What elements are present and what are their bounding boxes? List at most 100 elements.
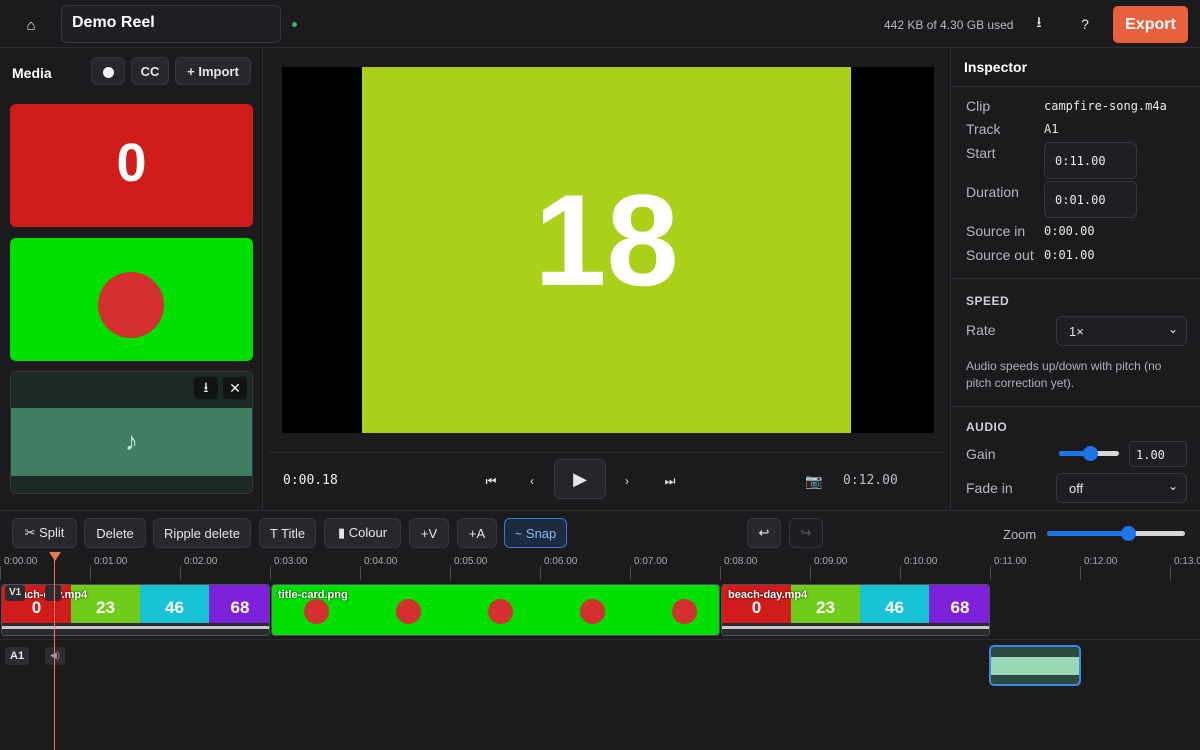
ruler-label: 0:02.00 xyxy=(184,556,218,567)
divider xyxy=(951,86,1200,87)
timeline-ruler[interactable]: 0:00.00 0:01.00 0:02.00 0:03.00 0:04.00 … xyxy=(0,552,1200,582)
clip-frame: 46 xyxy=(860,585,929,625)
captions-button[interactable]: CC xyxy=(131,57,169,85)
fade-in-select[interactable]: off ⌄ xyxy=(1056,473,1187,503)
download-icon[interactable]: ⭳ xyxy=(194,377,218,399)
source-out-label: Source out xyxy=(966,247,1034,263)
gain-slider[interactable] xyxy=(1059,446,1119,461)
import-button[interactable]: + Import xyxy=(175,57,251,85)
record-button[interactable] xyxy=(91,57,125,85)
red-circle-thumbnail xyxy=(304,599,329,624)
home-button[interactable]: ⌂ xyxy=(16,12,46,38)
duration-input[interactable]: 0:01.00 xyxy=(1044,181,1137,218)
inspector-panel: Inspector Clip campfire-song.m4a Track A… xyxy=(950,48,1200,510)
ruler-label: 0:09.00 xyxy=(814,556,848,567)
clip-audio-bar xyxy=(2,623,269,635)
zoom-label: Zoom xyxy=(1003,527,1037,542)
ruler-label: 0:06.00 xyxy=(544,556,578,567)
preview-viewer[interactable]: 18 xyxy=(282,67,934,433)
ruler-label: 0:05.00 xyxy=(454,556,488,567)
start-input[interactable]: 0:11.00 xyxy=(1044,142,1137,179)
timeline-clip[interactable]: 0 23 46 68 beach-day.mp4 xyxy=(1,584,270,636)
previous-frame-icon[interactable]: ‹ xyxy=(519,468,545,494)
fade-in-value: off xyxy=(1069,481,1084,496)
total-duration: 0:12.00 xyxy=(843,473,898,488)
clip-name: title-card.png xyxy=(278,589,348,601)
add-colour-button[interactable]: ▮ Colour xyxy=(324,518,401,548)
chevron-down-icon: ⌄ xyxy=(1167,479,1178,493)
undo-icon[interactable]: ↩ xyxy=(747,518,781,548)
skip-to-end-icon[interactable]: ⏭ xyxy=(657,468,683,494)
gain-label: Gain xyxy=(966,446,996,462)
gain-input[interactable]: 1.00 xyxy=(1129,441,1187,467)
download-icon[interactable]: ⭳ xyxy=(1028,12,1050,36)
speed-note: Audio speeds up/down with pitch (no pitc… xyxy=(966,359,1162,390)
next-frame-icon[interactable]: › xyxy=(614,468,640,494)
fade-in-label: Fade in xyxy=(966,480,1013,496)
ripple-delete-button[interactable]: Ripple delete xyxy=(153,518,251,548)
clip-name: beach-day.mp4 xyxy=(728,589,808,601)
source-in-label: Source in xyxy=(966,223,1026,239)
ruler-label: 0:11.00 xyxy=(994,556,1027,567)
media-item-audio[interactable]: ♪ ⭳ ✕ xyxy=(10,371,253,494)
audio-clip-selected[interactable] xyxy=(989,645,1081,686)
help-button[interactable]: ? xyxy=(1074,12,1096,36)
track-label-a1: A1 xyxy=(5,647,30,665)
add-audio-track-button[interactable]: +A xyxy=(457,518,497,548)
save-status-dot xyxy=(292,22,297,27)
skip-to-start-icon[interactable]: ⏮ xyxy=(478,468,504,494)
source-out-value: 0:01.00 xyxy=(1044,248,1095,262)
preview-frame: 18 xyxy=(362,67,851,433)
audio-waveform xyxy=(991,657,1079,675)
camera-icon[interactable]: 📷 xyxy=(801,468,827,494)
track-visibility-toggle[interactable] xyxy=(45,585,61,601)
red-circle-thumbnail xyxy=(488,599,513,624)
media-panel: Media CC + Import 0 ♪ ⭳ ✕ xyxy=(0,48,263,510)
inspector-title: Inspector xyxy=(964,59,1028,75)
zoom-slider[interactable] xyxy=(1047,526,1185,541)
add-video-track-button[interactable]: +V xyxy=(409,518,449,548)
clip-label: Clip xyxy=(966,98,991,114)
speed-heading: SPEED xyxy=(966,294,1010,308)
red-circle-thumbnail xyxy=(98,272,164,338)
playhead-handle[interactable] xyxy=(49,552,61,561)
divider xyxy=(951,278,1200,279)
current-time: 0:00.18 xyxy=(283,473,338,488)
zoom-slider-fill xyxy=(1047,531,1129,536)
media-item[interactable]: 0 xyxy=(10,104,253,227)
frame-number: 18 xyxy=(534,167,679,313)
start-label: Start xyxy=(966,145,996,161)
project-name-input[interactable]: Demo Reel xyxy=(61,5,281,43)
ruler-label: 0:01.00 xyxy=(94,556,128,567)
playhead[interactable] xyxy=(54,556,55,750)
media-item[interactable] xyxy=(10,238,253,361)
split-button[interactable]: ✂ Split xyxy=(12,518,77,548)
timeline-toolbar: ✂ Split Delete Ripple delete T Title ▮ C… xyxy=(0,510,1200,552)
source-in-value: 0:00.00 xyxy=(1044,224,1095,238)
clip-value: campfire-song.m4a xyxy=(1044,99,1167,113)
delete-button[interactable]: Delete xyxy=(84,518,146,548)
snap-toggle[interactable]: ~ Snap xyxy=(504,518,567,548)
gain-slider-handle[interactable] xyxy=(1083,446,1098,461)
clip-frame: 68 xyxy=(929,585,989,625)
timeline-clip[interactable]: title-card.png xyxy=(271,584,720,636)
timeline-clip[interactable]: 0 23 46 68 beach-day.mp4 xyxy=(721,584,990,636)
audio-track-a1: A1 ◀) xyxy=(0,641,1200,750)
ruler-label: 0:08.00 xyxy=(724,556,758,567)
export-button[interactable]: Export xyxy=(1113,6,1188,43)
video-track-v1: 0 23 46 68 beach-day.mp4 title-card.png … xyxy=(0,582,1200,640)
transport-controls: 0:00.18 ⏮ ‹ ▶ › ⏭ 📷 0:12.00 xyxy=(269,452,945,508)
home-icon: ⌂ xyxy=(26,16,36,34)
divider xyxy=(951,406,1200,407)
close-icon[interactable]: ✕ xyxy=(223,377,247,399)
duration-label: Duration xyxy=(966,184,1019,200)
red-circle-thumbnail xyxy=(396,599,421,624)
speaker-icon[interactable]: ◀) xyxy=(45,647,65,665)
zoom-slider-handle[interactable] xyxy=(1121,526,1136,541)
redo-icon[interactable]: ↪ xyxy=(789,518,823,548)
media-panel-title: Media xyxy=(12,65,52,81)
ruler-label: 0:07.00 xyxy=(634,556,668,567)
rate-select[interactable]: 1× ⌄ xyxy=(1056,316,1187,346)
play-icon[interactable]: ▶ xyxy=(554,459,606,499)
add-title-button[interactable]: T Title xyxy=(259,518,316,548)
